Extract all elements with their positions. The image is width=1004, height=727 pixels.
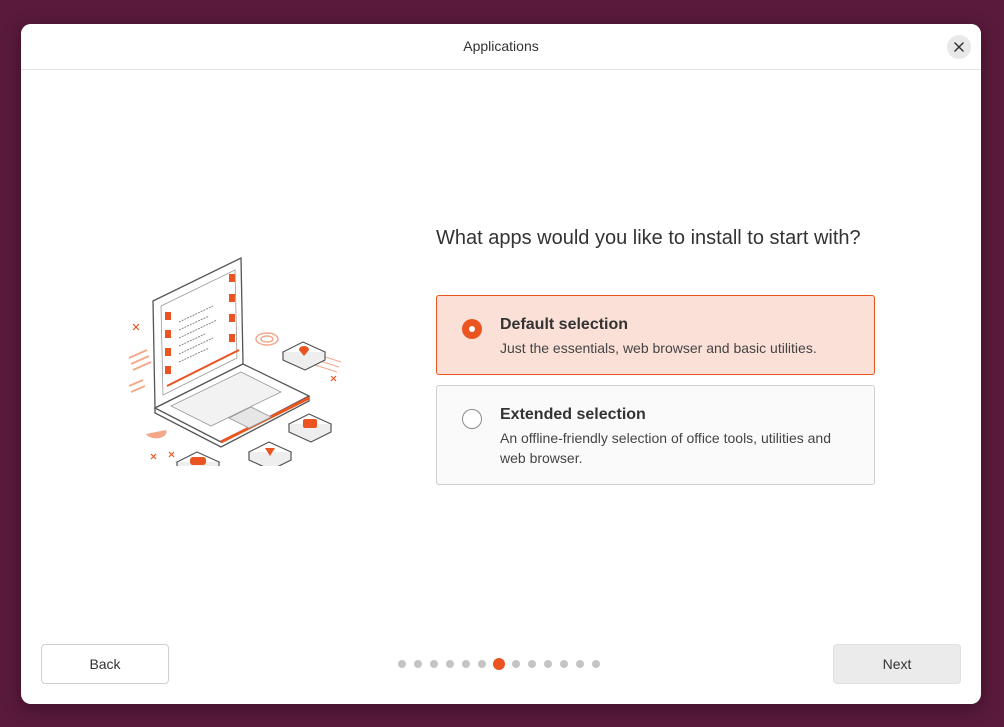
extended-selection-radio[interactable] [462, 409, 482, 429]
back-button[interactable]: Back [41, 644, 169, 684]
page-dot [414, 660, 422, 668]
page-dot [592, 660, 600, 668]
close-icon [954, 42, 964, 52]
installer-window: Applications What apps would you like to… [21, 24, 981, 704]
next-button[interactable]: Next [833, 644, 961, 684]
close-button[interactable] [947, 35, 971, 59]
page-dot [398, 660, 406, 668]
page-dot [478, 660, 486, 668]
window-title: Applications [463, 38, 539, 54]
page-dot [430, 660, 438, 668]
default-selection-radio[interactable] [462, 319, 482, 339]
title-bar: Applications [21, 24, 981, 70]
extended-selection-option[interactable]: Extended selection An offline-friendly s… [436, 385, 875, 485]
page-dot [544, 660, 552, 668]
page-dot [528, 660, 536, 668]
question-heading: What apps would you like to install to s… [436, 227, 861, 249]
laptop-illustration [128, 256, 342, 466]
page-dot [512, 660, 520, 668]
option-title: Extended selection [500, 406, 646, 423]
option-description: Just the essentials, web browser and bas… [500, 340, 817, 356]
option-title: Default selection [500, 316, 629, 333]
option-description: An offline-friendly selection of office … [500, 430, 832, 466]
page-dot [560, 660, 568, 668]
page-dot-active [493, 658, 505, 670]
default-selection-option[interactable]: Default selection Just the essentials, w… [436, 295, 875, 375]
page-dot [446, 660, 454, 668]
page-dot [576, 660, 584, 668]
page-dot [462, 660, 470, 668]
